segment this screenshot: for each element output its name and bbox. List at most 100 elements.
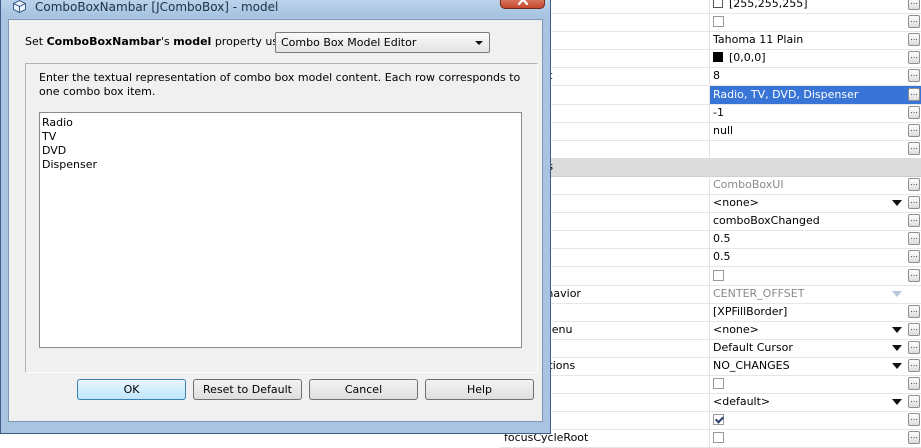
property-checkbox[interactable] xyxy=(713,432,724,444)
ellipsis-button[interactable]: ... xyxy=(908,214,920,228)
chevron-down-icon[interactable] xyxy=(892,363,902,369)
property-section-header[interactable]: roperties xyxy=(500,157,921,177)
ellipsis-button[interactable]: ... xyxy=(908,51,920,65)
chevron-down-icon xyxy=(475,41,483,45)
property-row[interactable]: tPopupMenu<none>... xyxy=(500,320,921,340)
instructions-text: Enter the textual representation of comb… xyxy=(39,71,521,98)
property-row[interactable]: phicsOptionsNO_CHANGES... xyxy=(500,357,921,376)
property-row[interactable]: X0.5... xyxy=(500,230,921,250)
property-row[interactable]: esizeBehaviorCENTER_OFFSET xyxy=(500,284,921,304)
property-row[interactable]: ffered... xyxy=(500,375,921,395)
property-value[interactable] xyxy=(709,139,921,158)
property-value[interactable] xyxy=(709,13,921,32)
ellipsis-button[interactable]: ... xyxy=(908,268,920,282)
property-row[interactable]: d[0,0,0]... xyxy=(500,49,921,69)
property-row[interactable]: ext... xyxy=(500,139,921,159)
property-value[interactable]: 0.5 xyxy=(709,230,921,249)
ellipsis-button[interactable]: ... xyxy=(908,304,920,318)
ellipsis-button[interactable]: ... xyxy=(908,0,920,10)
property-checkbox[interactable] xyxy=(713,16,724,28)
property-row[interactable]: Radio, TV, DVD, Dispenser... xyxy=(500,85,921,105)
property-value[interactable]: <none> xyxy=(709,320,921,339)
property-row[interactable]: focusCycleRoot... xyxy=(500,429,921,448)
property-row[interactable]: ... xyxy=(500,411,921,431)
property-value-text: [255,255,255] xyxy=(729,0,808,10)
model-items-textarea[interactable]: Radio TV DVD Dispenser xyxy=(39,112,522,348)
ellipsis-button[interactable]: ... xyxy=(908,340,920,354)
property-row[interactable]: <none>... xyxy=(500,194,921,214)
property-row[interactable]: <default>... xyxy=(500,393,921,413)
property-value[interactable]: -1 xyxy=(709,103,921,122)
ellipsis-button[interactable]: ... xyxy=(908,33,920,47)
cancel-button[interactable]: Cancel xyxy=(309,379,418,400)
help-button[interactable]: Help xyxy=(425,379,534,400)
property-value[interactable]: CENTER_OFFSET xyxy=(709,284,921,303)
chevron-down-icon[interactable] xyxy=(892,290,902,297)
reset-to-default-button[interactable]: Reset to Default xyxy=(193,379,302,400)
property-row[interactable]: d[255,255,255]... xyxy=(500,0,921,14)
ellipsis-button[interactable]: ... xyxy=(908,322,920,336)
property-row[interactable]: mandcomboBoxChanged... xyxy=(500,212,921,232)
ellipsis-button[interactable]: ... xyxy=(908,105,920,119)
property-row[interactable]: s... xyxy=(500,266,921,286)
ellipsis-button[interactable]: ... xyxy=(908,431,920,445)
property-value[interactable]: NO_CHANGES xyxy=(709,357,921,375)
property-value[interactable] xyxy=(709,266,921,285)
property-checkbox[interactable] xyxy=(713,269,724,281)
cube-icon xyxy=(13,0,26,13)
ok-button[interactable]: OK xyxy=(77,379,186,400)
property-row[interactable]: Y0.5... xyxy=(500,248,921,268)
editor-select[interactable]: Combo Box Model Editor xyxy=(275,32,490,53)
property-value-text: ComboBoxUI xyxy=(713,178,784,191)
property-row[interactable]: ComboBoxUI... xyxy=(500,176,921,195)
model-item-line: Dispenser xyxy=(42,158,97,171)
property-value[interactable]: ComboBoxUI xyxy=(709,176,921,194)
property-value[interactable]: 0.5 xyxy=(709,248,921,267)
title-bar[interactable]: ComboBoxNambar [JComboBox] - model xyxy=(1,0,550,17)
property-row[interactable]: [XPFillBorder]... xyxy=(500,302,921,322)
property-row[interactable]: Default Cursor... xyxy=(500,338,921,358)
property-value[interactable]: null xyxy=(709,121,921,140)
editor-panel: Enter the textual representation of comb… xyxy=(25,63,538,373)
ellipsis-button[interactable]: ... xyxy=(908,395,920,409)
ellipsis-button[interactable]: ... xyxy=(908,178,920,191)
property-row[interactable]: ... xyxy=(500,13,921,33)
ellipsis-button[interactable]: ... xyxy=(908,69,920,83)
chevron-down-icon[interactable] xyxy=(892,399,902,406)
ellipsis-button[interactable]: ... xyxy=(908,87,920,101)
property-row[interactable]: Index-1... xyxy=(500,103,921,123)
property-value-text: CENTER_OFFSET xyxy=(713,286,805,300)
property-checkbox[interactable] xyxy=(713,414,724,426)
ellipsis-button[interactable]: ... xyxy=(908,359,920,372)
ellipsis-button[interactable]: ... xyxy=(908,15,920,29)
property-value[interactable] xyxy=(709,411,921,430)
property-checkbox[interactable] xyxy=(713,378,724,390)
property-value[interactable]: comboBoxChanged xyxy=(709,212,921,231)
property-value[interactable]: Tahoma 11 Plain xyxy=(709,31,921,50)
property-value[interactable]: [255,255,255] xyxy=(709,0,921,13)
ellipsis-button[interactable]: ... xyxy=(908,232,920,246)
ellipsis-button[interactable]: ... xyxy=(908,377,920,391)
close-button[interactable] xyxy=(500,0,545,9)
ellipsis-button[interactable]: ... xyxy=(908,250,920,264)
chevron-down-icon[interactable] xyxy=(892,326,902,333)
property-value[interactable] xyxy=(709,429,921,448)
property-value[interactable]: <none> xyxy=(709,194,921,213)
ellipsis-button[interactable]: ... xyxy=(908,141,920,155)
property-row[interactable]: owCount8... xyxy=(500,67,921,87)
property-value[interactable]: Default Cursor xyxy=(709,338,921,357)
property-value[interactable]: <default> xyxy=(709,393,921,412)
chevron-down-icon[interactable] xyxy=(892,344,902,351)
property-row[interactable]: emnull... xyxy=(500,121,921,141)
chevron-down-icon[interactable] xyxy=(892,200,902,207)
property-value[interactable]: [0,0,0] xyxy=(709,49,921,68)
property-value[interactable]: Radio, TV, DVD, Dispenser xyxy=(709,85,921,104)
property-value[interactable]: 8 xyxy=(709,67,921,86)
property-value[interactable] xyxy=(709,375,921,394)
ellipsis-button[interactable]: ... xyxy=(908,196,920,210)
property-row[interactable]: Tahoma 11 Plain... xyxy=(500,31,921,51)
ellipsis-button[interactable]: ... xyxy=(908,413,920,427)
property-value[interactable]: [XPFillBorder] xyxy=(709,302,921,321)
ellipsis-button[interactable]: ... xyxy=(908,123,920,137)
dialog-content: Set ComboBoxNambar's model property usin… xyxy=(8,19,543,422)
